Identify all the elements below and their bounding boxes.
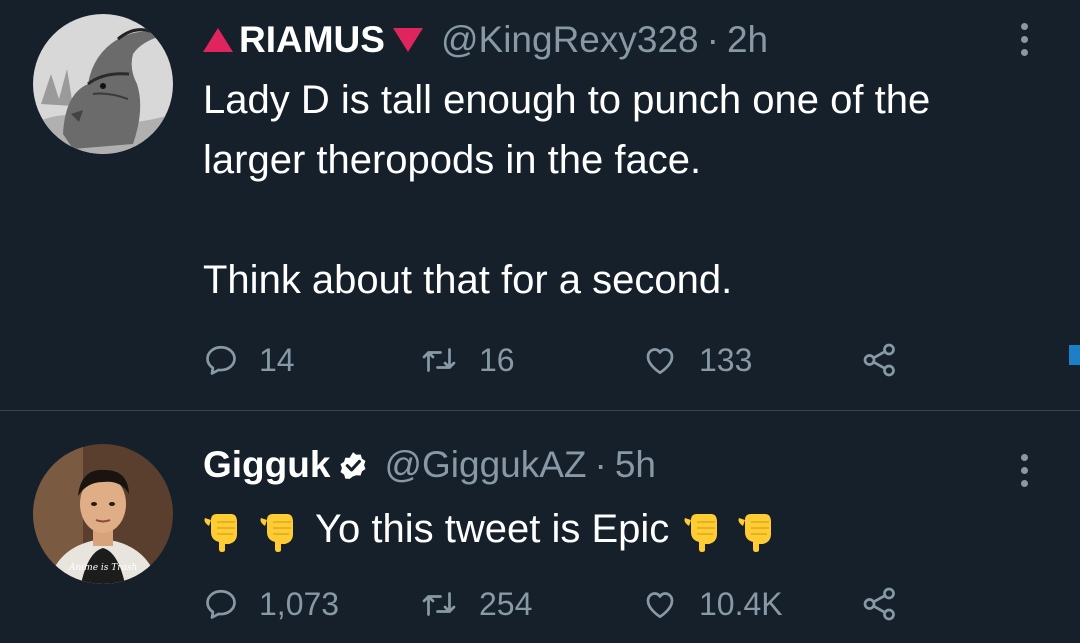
reply-count: 1,073 [259, 585, 340, 622]
display-name[interactable]: Gigguk [203, 439, 330, 491]
like-count: 10.4K [699, 585, 783, 622]
user-handle[interactable]: @GiggukAZ [384, 439, 586, 491]
triangle-up-icon [203, 28, 233, 52]
reply-count: 14 [259, 341, 295, 378]
heart-icon [641, 342, 679, 378]
like-button[interactable]: 10.4K [641, 582, 783, 626]
reply-button[interactable]: 14 [203, 338, 295, 382]
user-handle[interactable]: @KingRexy328 [441, 14, 699, 66]
share-button[interactable] [860, 338, 900, 382]
like-count: 133 [699, 341, 753, 378]
share-button[interactable] [860, 582, 900, 626]
tweet-header: RIAMUS @KingRexy328 · 2h [203, 14, 768, 66]
speech-bubble-icon [203, 342, 239, 378]
avatar[interactable] [33, 14, 173, 154]
avatar-shirt-text: Anime is Trash [68, 563, 137, 573]
tweet-actions: 14 16 133 [203, 338, 923, 382]
tweet-actions: 1,073 254 10.4K [203, 582, 923, 626]
tweet-text: Yo this tweet is Epic [315, 507, 670, 551]
heart-icon [641, 586, 679, 622]
avatar[interactable]: Anime is Trash [33, 444, 173, 584]
verified-badge-icon [336, 448, 370, 482]
retweet-arrows-icon [419, 342, 459, 378]
retweet-count: 16 [479, 341, 515, 378]
tweet-text: Lady D is tall enough to punch one of th… [203, 78, 931, 302]
pointing-down-emoji-icon [259, 506, 301, 552]
share-nodes-icon [860, 586, 900, 622]
separator-dot: · [594, 444, 607, 485]
timestamp[interactable]: 2h [727, 14, 768, 66]
display-name[interactable]: RIAMUS [239, 14, 385, 66]
tweet[interactable]: RIAMUS @KingRexy328 · 2h Lady D is tall … [0, 0, 1080, 410]
tweet[interactable]: Anime is Trash Gigguk @GiggukAZ · 5h Yo … [0, 411, 1080, 643]
tweet-body: Yo this tweet is Epic [203, 499, 779, 559]
tweet-header: Gigguk @GiggukAZ · 5h [203, 439, 656, 491]
more-options-icon[interactable] [1012, 445, 1036, 495]
retweet-button[interactable]: 16 [419, 338, 515, 382]
share-nodes-icon [860, 342, 900, 378]
timestamp[interactable]: 5h [615, 439, 656, 491]
pointing-down-emoji-icon [737, 506, 779, 552]
triangle-down-icon [392, 28, 423, 52]
retweet-count: 254 [479, 585, 533, 622]
pointing-down-emoji-icon [683, 506, 725, 552]
pointing-down-emoji-icon [203, 506, 245, 552]
retweet-arrows-icon [419, 586, 459, 622]
reply-button[interactable]: 1,073 [203, 582, 339, 626]
edge-marker [1069, 345, 1080, 365]
separator-dot: · [706, 19, 719, 60]
like-button[interactable]: 133 [641, 338, 752, 382]
tweet-feed: RIAMUS @KingRexy328 · 2h Lady D is tall … [0, 0, 1080, 643]
retweet-button[interactable]: 254 [419, 582, 532, 626]
more-options-icon[interactable] [1012, 14, 1036, 64]
speech-bubble-icon [203, 586, 239, 622]
